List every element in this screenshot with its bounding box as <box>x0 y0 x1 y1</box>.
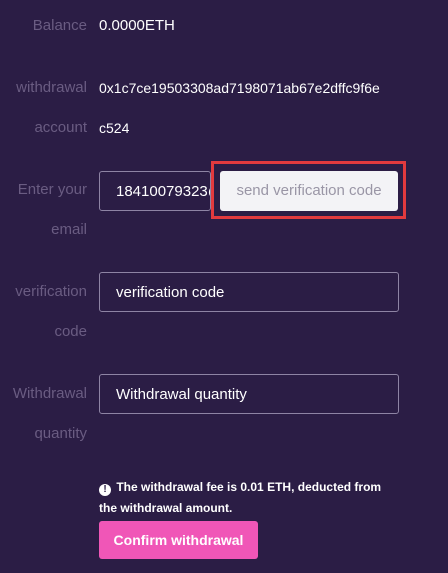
quantity-label-line1: Withdrawal <box>12 385 87 402</box>
email-label-line1: Enter your <box>17 181 87 198</box>
withdrawal-address-line1: 0x1c7ce19503308ad7198071ab67e2dffc9f6e <box>99 80 380 96</box>
withdrawal-fee-note: ! The withdrawal fee is 0.01 ETH, deduct… <box>99 477 399 519</box>
send-verification-code-button[interactable]: send verification code <box>220 171 398 211</box>
email-field[interactable] <box>99 171 211 211</box>
withdrawal-quantity-input[interactable] <box>99 374 399 414</box>
withdrawal-account-label-line2: account <box>34 119 87 136</box>
info-icon: ! <box>99 484 111 496</box>
verification-code-input[interactable] <box>99 272 399 312</box>
confirm-withdrawal-button[interactable]: Confirm withdrawal <box>99 521 258 559</box>
quantity-label-line2: quantity <box>34 425 87 442</box>
verification-label-line2: code <box>54 323 87 340</box>
balance-label: Balance <box>32 17 87 34</box>
withdrawal-account-label-line1: withdrawal <box>16 79 87 96</box>
email-label-line2: email <box>51 221 87 238</box>
withdrawal-address-line2: c524 <box>99 120 130 136</box>
withdrawal-fee-text: The withdrawal fee is 0.01 ETH, deducted… <box>99 480 382 515</box>
verification-label-line1: verification <box>15 283 87 300</box>
balance-value: 0.0000ETH <box>99 17 175 34</box>
